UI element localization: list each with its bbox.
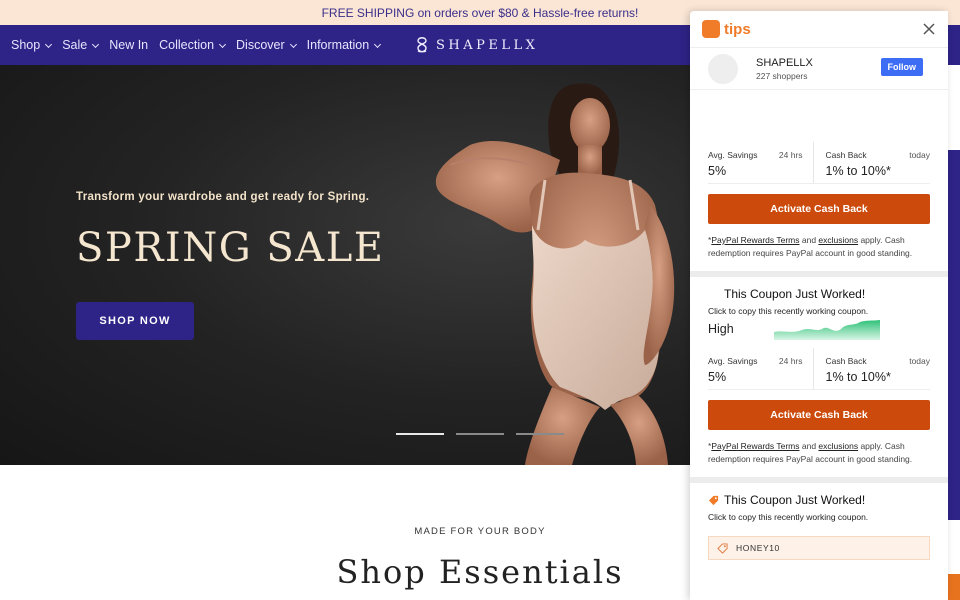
cash-back-value: 1% to 10%* bbox=[825, 164, 891, 178]
panel-header: tips bbox=[690, 11, 948, 48]
slider-dot-2[interactable] bbox=[456, 433, 504, 435]
coupon-title: This Coupon Just Worked! bbox=[724, 493, 866, 507]
nav-shop[interactable]: Shop bbox=[11, 38, 53, 52]
coupon-title-row: This Coupon Just Worked! bbox=[708, 493, 930, 507]
nav-shop-label: Shop bbox=[11, 38, 41, 52]
slider-dot-1[interactable] bbox=[396, 433, 444, 435]
nav-collection[interactable]: Collection bbox=[159, 38, 227, 52]
avg-savings-stat: Avg. Savings 24 hrs 5% bbox=[708, 142, 813, 183]
terms-and: and bbox=[799, 441, 819, 451]
chevron-down-icon bbox=[45, 40, 53, 48]
hero-banner[interactable]: Transform your wardrobe and get ready fo… bbox=[0, 65, 690, 465]
avg-savings-stat: Avg. Savings 24 hrs 5% bbox=[708, 348, 813, 389]
cash-back-stat: Cash Back today 1% to 10%* bbox=[812, 348, 930, 389]
tag-outline-icon bbox=[717, 542, 728, 554]
section-divider bbox=[690, 477, 948, 483]
tips-brand: tips bbox=[724, 20, 751, 38]
cash-back-stat: Cash Back today 1% to 10%* bbox=[812, 142, 930, 183]
avg-savings-time: 24 hrs bbox=[778, 356, 803, 366]
cashback-section-1: Avg. Savings 24 hrs 5% Cash Back today 1… bbox=[690, 90, 948, 259]
stats-row: Avg. Savings 24 hrs 5% Cash Back today 1… bbox=[708, 348, 930, 390]
coupon-section-2[interactable]: This Coupon Just Worked! Click to copy t… bbox=[690, 493, 948, 560]
hero-subtitle: Transform your wardrobe and get ready fo… bbox=[76, 191, 370, 203]
slider-pagination bbox=[396, 433, 564, 435]
nav-sale-label: Sale bbox=[62, 38, 88, 52]
section-divider bbox=[690, 271, 948, 277]
tips-logo-icon bbox=[702, 20, 720, 38]
logo-mark-icon bbox=[417, 37, 427, 53]
chevron-down-icon bbox=[289, 40, 297, 48]
slider-dot-3[interactable] bbox=[516, 433, 564, 435]
side-tab[interactable] bbox=[948, 150, 960, 520]
hero-model-image bbox=[435, 83, 675, 465]
store-shoppers: 227 shoppers bbox=[756, 70, 808, 81]
nav-new-in-label: New In bbox=[109, 38, 149, 52]
nav-sale[interactable]: Sale bbox=[62, 38, 100, 52]
coupon-code: HONEY10 bbox=[736, 543, 780, 553]
chevron-down-icon bbox=[92, 40, 100, 48]
terms-and: and bbox=[799, 235, 819, 245]
activate-cash-back-button[interactable]: Activate Cash Back bbox=[708, 400, 930, 430]
nav-information-label: Information bbox=[306, 38, 370, 52]
tag-icon bbox=[708, 495, 719, 505]
coupon-title: This Coupon Just Worked! bbox=[724, 287, 866, 301]
nav-collection-label: Collection bbox=[159, 38, 215, 52]
hero-title: SPRING SALE bbox=[76, 225, 385, 271]
nav-discover-label: Discover bbox=[236, 38, 285, 52]
close-icon[interactable] bbox=[922, 22, 936, 36]
store-info: SHAPELLX 227 shoppers bbox=[756, 57, 813, 81]
coupon-level-row: High bbox=[708, 316, 930, 342]
savings-sparkline bbox=[774, 320, 880, 340]
side-widget[interactable] bbox=[948, 574, 960, 600]
avg-savings-time: 24 hrs bbox=[778, 150, 803, 160]
chevron-down-icon bbox=[374, 40, 382, 48]
coupon-code-box[interactable]: HONEY10 bbox=[708, 536, 930, 560]
nav-information[interactable]: Information bbox=[306, 38, 382, 52]
coupon-section-1[interactable]: This Coupon Just Worked! Click to copy t… bbox=[690, 287, 948, 465]
activate-cash-back-button[interactable]: Activate Cash Back bbox=[708, 194, 930, 224]
exclusions-link[interactable]: exclusions bbox=[818, 235, 858, 245]
shop-now-button[interactable]: SHOP NOW bbox=[76, 302, 194, 340]
coupon-level: High bbox=[708, 322, 734, 336]
logo-text: SHAPELLX bbox=[436, 37, 539, 53]
site-logo[interactable]: SHAPELLX bbox=[414, 25, 538, 65]
terms-text: *PayPal Rewards Terms and exclusions app… bbox=[708, 234, 930, 259]
store-row: SHAPELLX 227 shoppers Follow bbox=[690, 48, 948, 90]
follow-button[interactable]: Follow bbox=[880, 58, 923, 76]
store-avatar bbox=[708, 53, 738, 84]
cash-back-time: today bbox=[909, 356, 930, 366]
announcement-text: FREE SHIPPING on orders over $80 & Hassl… bbox=[321, 5, 639, 20]
store-name: SHAPELLX bbox=[756, 56, 813, 69]
terms-text: *PayPal Rewards Terms and exclusions app… bbox=[708, 440, 930, 465]
avg-savings-value: 5% bbox=[708, 370, 727, 384]
rewards-terms-link[interactable]: PayPal Rewards Terms bbox=[711, 235, 799, 245]
nav-new-in[interactable]: New In bbox=[109, 38, 148, 52]
rewards-terms-link[interactable]: PayPal Rewards Terms bbox=[711, 441, 799, 451]
stats-row: Avg. Savings 24 hrs 5% Cash Back today 1… bbox=[708, 142, 930, 184]
avg-savings-value: 5% bbox=[708, 164, 727, 178]
cash-back-value: 1% to 10%* bbox=[825, 370, 891, 384]
cash-back-time: today bbox=[909, 150, 930, 160]
coupon-subtitle: Click to copy this recently working coup… bbox=[708, 512, 869, 522]
exclusions-link[interactable]: exclusions bbox=[818, 441, 858, 451]
chevron-down-icon bbox=[218, 40, 227, 48]
coupon-subtitle: Click to copy this recently working coup… bbox=[708, 306, 869, 316]
nav-discover[interactable]: Discover bbox=[236, 38, 297, 52]
tips-panel: tips SHAPELLX 227 shoppers Follow Avg. S… bbox=[690, 11, 948, 600]
